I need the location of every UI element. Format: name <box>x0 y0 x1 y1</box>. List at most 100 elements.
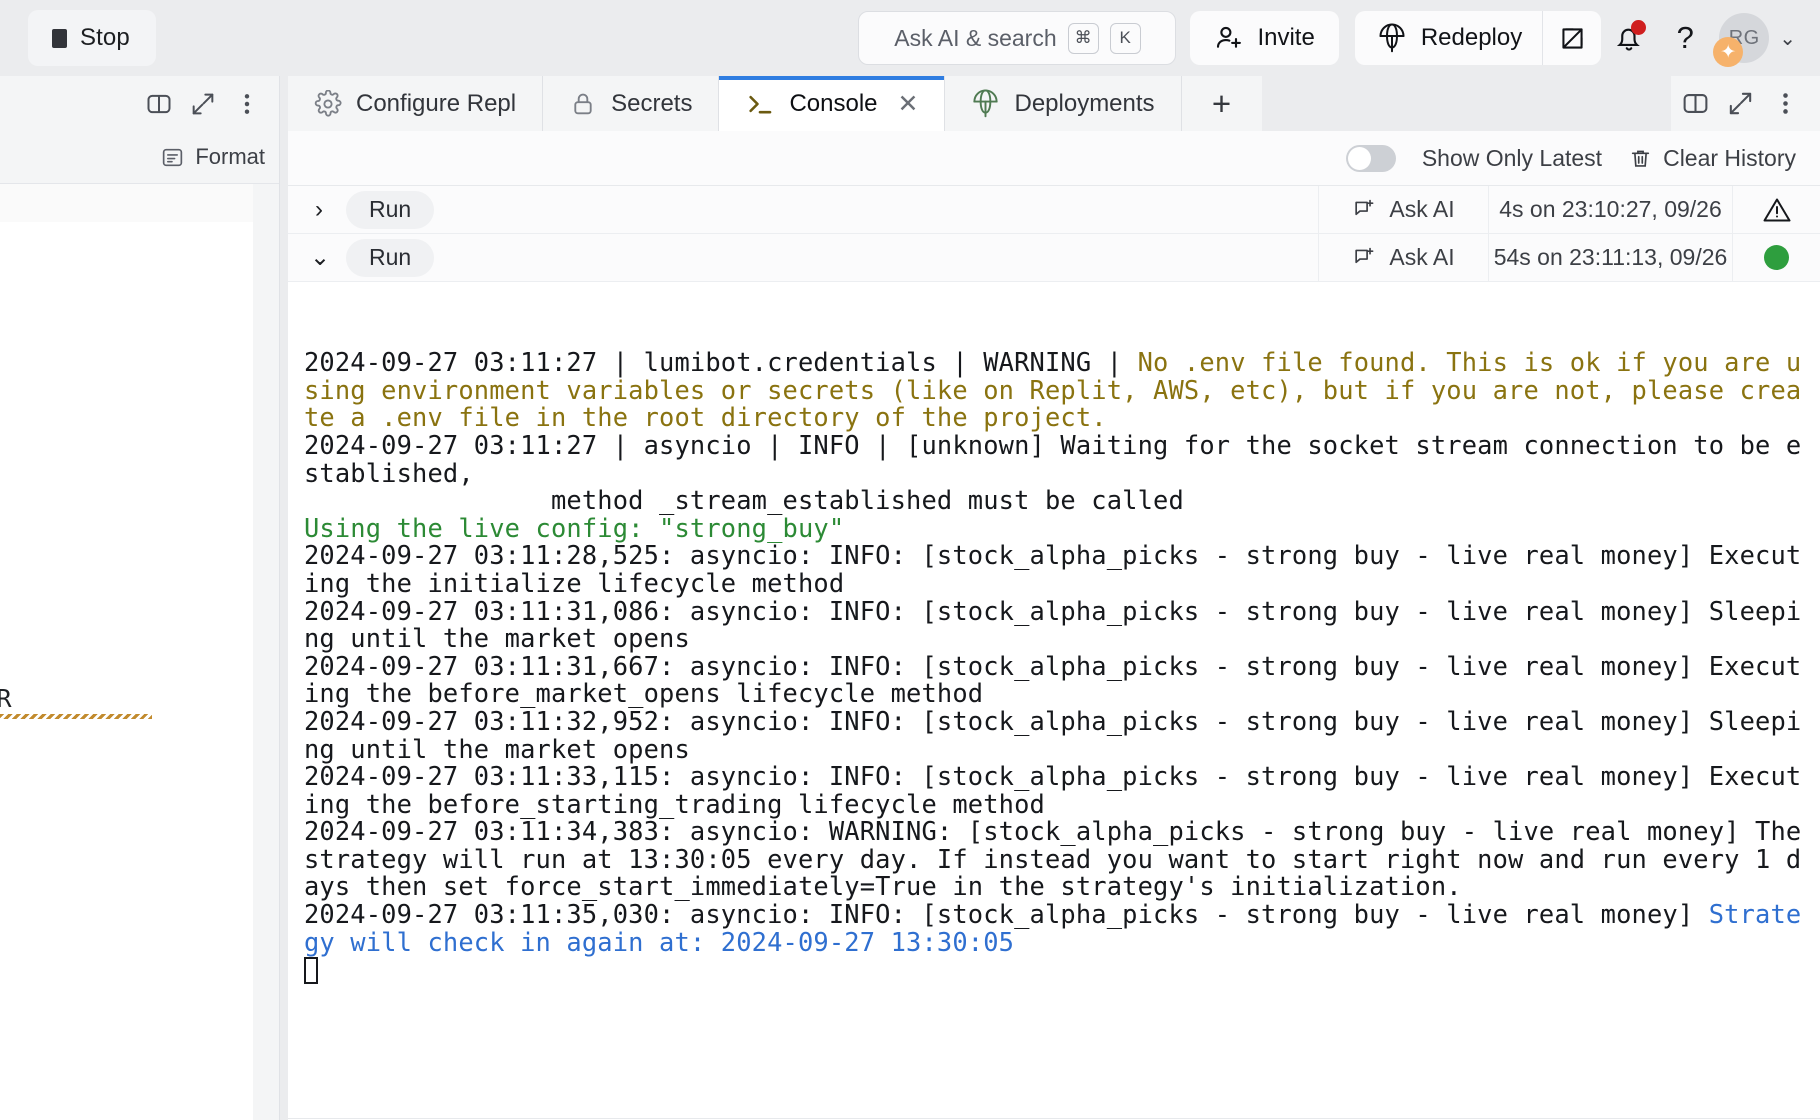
kbd-k: K <box>1110 23 1141 54</box>
new-tab-button[interactable]: + <box>1182 76 1262 131</box>
console-toolbar: Show Only Latest Clear History <box>288 131 1820 186</box>
console-line: 2024-09-27 03:11:31,667: asyncio: INFO: … <box>304 653 1802 708</box>
run-status <box>1732 186 1820 233</box>
console-line-segment: 2024-09-27 03:11:32,952: asyncio: INFO: … <box>304 706 1801 764</box>
chevron-down-icon[interactable]: ⌄ <box>310 243 328 272</box>
console-line: 2024-09-27 03:11:33,115: asyncio: INFO: … <box>304 763 1802 818</box>
run-timestamp: 4s on 23:10:27, 09/26 <box>1488 186 1732 233</box>
console-line: 2024-09-27 03:11:35,030: asyncio: INFO: … <box>304 901 1802 956</box>
show-only-latest-label: Show Only Latest <box>1422 145 1602 172</box>
run-button-label: Run <box>369 196 411 223</box>
help-button[interactable]: ? <box>1657 10 1713 66</box>
run-row-left: › Run <box>288 186 1318 233</box>
redeploy-group: Redeploy <box>1355 11 1601 65</box>
tab-label: Console <box>789 90 877 118</box>
redeploy-label: Redeploy <box>1421 24 1522 52</box>
clear-history-button[interactable]: Clear History <box>1628 145 1796 172</box>
code-editor-area[interactable]: NECTION_STR <box>0 184 279 1120</box>
ask-ai-label: Ask AI <box>1389 196 1454 223</box>
left-editor-pane: Format NECTION_STR <box>0 76 280 1120</box>
run-row[interactable]: › Run Ask AI 4s on 23:10:27, 09/26 <box>288 186 1820 234</box>
run-status <box>1732 234 1820 281</box>
editor-code-fragment: NECTION_STR <box>0 684 12 713</box>
console-line-segment: 2024-09-27 03:11:35,030: asyncio: INFO: … <box>304 899 1709 929</box>
terminal-prompt-icon <box>745 89 775 119</box>
console-line: Using the live config: "strong_buy" <box>304 515 1802 543</box>
toggle-knob <box>1348 147 1371 170</box>
panel-split-icon[interactable] <box>145 90 173 118</box>
console-line: 2024-09-27 03:11:34,383: asyncio: WARNIN… <box>304 818 1802 901</box>
redeploy-button[interactable]: Redeploy <box>1355 11 1543 65</box>
stop-square-icon <box>52 29 67 48</box>
show-only-latest-toggle[interactable] <box>1346 145 1396 172</box>
console-log-lines: 2024-09-27 03:11:27 | lumibot.credential… <box>304 349 1802 984</box>
gear-icon <box>314 90 342 118</box>
console-output[interactable]: 2024-09-27 03:11:27 | lumibot.credential… <box>288 282 1820 1119</box>
format-label: Format <box>195 144 265 170</box>
console-line-segment: 2024-09-27 03:11:34,383: asyncio: WARNIN… <box>304 816 1817 901</box>
external-link-icon <box>1558 24 1587 53</box>
trash-icon <box>1628 146 1653 171</box>
more-vertical-icon[interactable] <box>1771 89 1800 118</box>
tab-deployments[interactable]: Deployments <box>945 76 1181 131</box>
chevron-down-icon: ⌄ <box>1773 26 1802 51</box>
main-pane: Configure Repl Secrets Console ✕ <box>288 76 1820 1120</box>
clear-history-label: Clear History <box>1663 145 1796 172</box>
open-external-button[interactable] <box>1543 11 1601 65</box>
stop-button[interactable]: Stop <box>28 10 156 66</box>
run-button[interactable]: Run <box>346 191 434 229</box>
tab-label: Configure Repl <box>356 90 516 118</box>
notifications-button[interactable] <box>1601 10 1657 66</box>
panel-split-icon[interactable] <box>1681 89 1710 118</box>
close-icon[interactable]: ✕ <box>898 89 919 119</box>
lock-icon <box>569 90 597 118</box>
tab-label: Secrets <box>611 90 692 118</box>
run-timestamp-label: 54s on 23:11:13, 09/26 <box>1494 244 1728 271</box>
text-cursor <box>304 957 318 984</box>
console-line: 2024-09-27 03:11:31,086: asyncio: INFO: … <box>304 598 1802 653</box>
invite-button[interactable]: Invite <box>1190 11 1338 65</box>
tab-secrets[interactable]: Secrets <box>543 76 719 131</box>
run-row[interactable]: ⌄ Run Ask AI 54s on 23:11:13, 09/26 <box>288 234 1820 282</box>
ask-ai-button[interactable]: Ask AI <box>1318 234 1488 281</box>
console-line-segment: 2024-09-27 03:11:31,667: asyncio: INFO: … <box>304 651 1801 709</box>
chevron-right-icon[interactable]: › <box>310 196 328 224</box>
format-button[interactable]: Format <box>0 131 279 184</box>
run-button-label: Run <box>369 244 411 271</box>
console-line-segment: 2024-09-27 03:11:31,086: asyncio: INFO: … <box>304 596 1801 654</box>
parachute-icon <box>1377 23 1407 53</box>
green-dot-icon <box>1764 245 1789 270</box>
tab-label: Deployments <box>1014 90 1154 118</box>
top-bar-right-group: Ask AI & search ⌘ K Invite <box>858 0 1802 76</box>
tab-bar: Configure Repl Secrets Console ✕ <box>288 76 1820 131</box>
console-line-segment: 2024-09-27 03:11:28,525: asyncio: INFO: … <box>304 540 1801 598</box>
console-line: 2024-09-27 03:11:28,525: asyncio: INFO: … <box>304 542 1802 597</box>
editor-minimap-gutter[interactable] <box>253 184 280 1120</box>
run-timestamp-label: 4s on 23:10:27, 09/26 <box>1499 196 1722 223</box>
more-vertical-icon[interactable] <box>233 90 261 118</box>
console-cursor-line <box>304 956 1802 984</box>
invite-label: Invite <box>1257 24 1314 52</box>
console-line-segment: 2024-09-27 03:11:33,115: asyncio: INFO: … <box>304 761 1801 819</box>
console-line-segment: Using the live config: "strong_buy" <box>304 513 844 543</box>
expand-icon[interactable] <box>189 90 217 118</box>
run-button[interactable]: Run <box>346 239 434 277</box>
ask-ai-button[interactable]: Ask AI <box>1318 186 1488 233</box>
tab-bar-spacer <box>1262 76 1671 131</box>
console-line-segment: 2024-09-27 03:11:27 | asyncio | INFO | [… <box>304 430 1801 515</box>
console-line-segment: 2024-09-27 03:11:27 | lumibot.credential… <box>304 347 1138 377</box>
console-line: 2024-09-27 03:11:27 | lumibot.credential… <box>304 349 1802 432</box>
warning-triangle-icon <box>1762 195 1792 225</box>
expand-icon[interactable] <box>1726 89 1755 118</box>
person-add-icon <box>1214 23 1244 53</box>
account-menu[interactable]: RG ✦ ⌄ <box>1719 13 1802 63</box>
parachute-icon <box>971 89 1000 118</box>
tab-console[interactable]: Console ✕ <box>719 76 945 131</box>
tab-bar-right-controls <box>1671 76 1820 131</box>
tab-configure-repl[interactable]: Configure Repl <box>288 76 543 131</box>
format-document-icon <box>160 145 185 170</box>
run-row-left: ⌄ Run <box>288 234 1318 281</box>
editor-error-squiggle <box>0 714 152 719</box>
question-mark-icon: ? <box>1677 20 1694 56</box>
search-input[interactable]: Ask AI & search ⌘ K <box>858 11 1176 65</box>
